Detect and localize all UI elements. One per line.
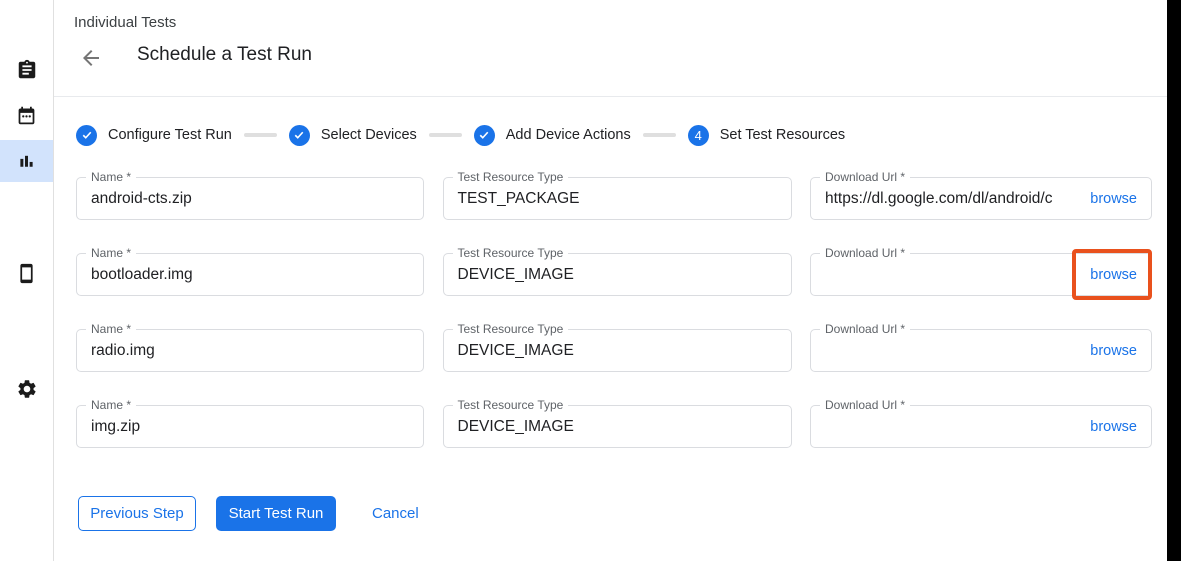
url-field-label: Download Url * (820, 170, 910, 184)
clipboard-icon (16, 59, 38, 81)
previous-step-button[interactable]: Previous Step (78, 496, 196, 531)
url-field-row3[interactable]: Download Url * browse (810, 329, 1152, 372)
url-field-row4[interactable]: Download Url * browse (810, 405, 1152, 448)
sidebar-item-devices[interactable] (0, 252, 53, 294)
calendar-icon (16, 105, 37, 126)
type-input-row2[interactable]: DEVICE_IMAGE (444, 254, 791, 295)
sidebar (0, 0, 54, 561)
type-field-label: Test Resource Type (453, 322, 569, 336)
sidebar-item-test-results[interactable] (0, 140, 53, 182)
browse-link-row1[interactable]: browse (1090, 191, 1137, 207)
type-input-row1[interactable]: TEST_PACKAGE (444, 178, 791, 219)
name-field-row1[interactable]: Name * android-cts.zip (76, 177, 424, 220)
page-title: Schedule a Test Run (137, 44, 312, 66)
step-complete-circle (289, 125, 310, 146)
start-test-run-button[interactable]: Start Test Run (216, 496, 336, 531)
type-input-row4[interactable]: DEVICE_IMAGE (444, 406, 791, 447)
url-field-label: Download Url * (820, 322, 910, 336)
url-field-label: Download Url * (820, 398, 910, 412)
step-connector (429, 133, 462, 137)
stepper: Configure Test Run Select Devices Add De… (76, 123, 845, 147)
back-button[interactable] (78, 45, 104, 71)
name-field-label: Name * (86, 322, 136, 336)
type-field-label: Test Resource Type (453, 170, 569, 184)
type-field-label: Test Resource Type (453, 246, 569, 260)
step-label: Set Test Resources (720, 127, 845, 143)
type-field-row3[interactable]: Test Resource Type DEVICE_IMAGE (443, 329, 792, 372)
url-input-row1[interactable]: https://dl.google.com/dl/android/c (811, 178, 1090, 219)
name-field-row3[interactable]: Name * radio.img (76, 329, 424, 372)
stepper-step-set-test-resources[interactable]: 4 Set Test Resources (688, 125, 845, 146)
step-label: Select Devices (321, 127, 417, 143)
type-field-row2[interactable]: Test Resource Type DEVICE_IMAGE (443, 253, 792, 296)
smartphone-icon (16, 263, 37, 284)
check-icon (293, 129, 305, 141)
browse-link-row2[interactable]: browse (1090, 267, 1137, 283)
gear-icon (16, 378, 38, 400)
breadcrumb: Individual Tests (74, 14, 176, 31)
name-input-row2[interactable]: bootloader.img (77, 254, 423, 295)
url-field-label: Download Url * (820, 246, 910, 260)
arrow-back-icon (79, 46, 103, 70)
type-field-row1[interactable]: Test Resource Type TEST_PACKAGE (443, 177, 792, 220)
browse-link-row3[interactable]: browse (1090, 343, 1137, 359)
name-input-row1[interactable]: android-cts.zip (77, 178, 423, 219)
sidebar-item-tests[interactable] (0, 49, 53, 91)
cancel-button[interactable]: Cancel (372, 496, 419, 531)
stepper-step-select-devices[interactable]: Select Devices (289, 125, 417, 146)
check-icon (478, 129, 490, 141)
test-resources-form: Name * android-cts.zip Test Resource Typ… (76, 177, 1152, 448)
type-input-row3[interactable]: DEVICE_IMAGE (444, 330, 791, 371)
name-field-label: Name * (86, 170, 136, 184)
type-field-label: Test Resource Type (453, 398, 569, 412)
name-input-row4[interactable]: img.zip (77, 406, 423, 447)
step-label: Configure Test Run (108, 127, 232, 143)
screen-edge-strip (1167, 0, 1181, 561)
stepper-step-configure-test-run[interactable]: Configure Test Run (76, 125, 232, 146)
header-divider (54, 96, 1167, 97)
step-complete-circle (76, 125, 97, 146)
sidebar-item-test-plans[interactable] (0, 94, 53, 136)
check-icon (81, 129, 93, 141)
url-field-row2[interactable]: Download Url * browse (810, 253, 1152, 296)
url-field-row1[interactable]: Download Url * https://dl.google.com/dl/… (810, 177, 1152, 220)
name-input-row3[interactable]: radio.img (77, 330, 423, 371)
name-field-row2[interactable]: Name * bootloader.img (76, 253, 424, 296)
name-field-label: Name * (86, 398, 136, 412)
step-complete-circle (474, 125, 495, 146)
browse-link-row4[interactable]: browse (1090, 419, 1137, 435)
step-label: Add Device Actions (506, 127, 631, 143)
stepper-step-add-device-actions[interactable]: Add Device Actions (474, 125, 631, 146)
sidebar-item-settings[interactable] (0, 368, 53, 410)
name-field-row4[interactable]: Name * img.zip (76, 405, 424, 448)
footer-actions: Previous Step Start Test Run Cancel (78, 496, 419, 531)
type-field-row4[interactable]: Test Resource Type DEVICE_IMAGE (443, 405, 792, 448)
step-connector (643, 133, 676, 137)
bar-chart-icon (16, 151, 37, 172)
step-number-circle: 4 (688, 125, 709, 146)
step-connector (244, 133, 277, 137)
name-field-label: Name * (86, 246, 136, 260)
